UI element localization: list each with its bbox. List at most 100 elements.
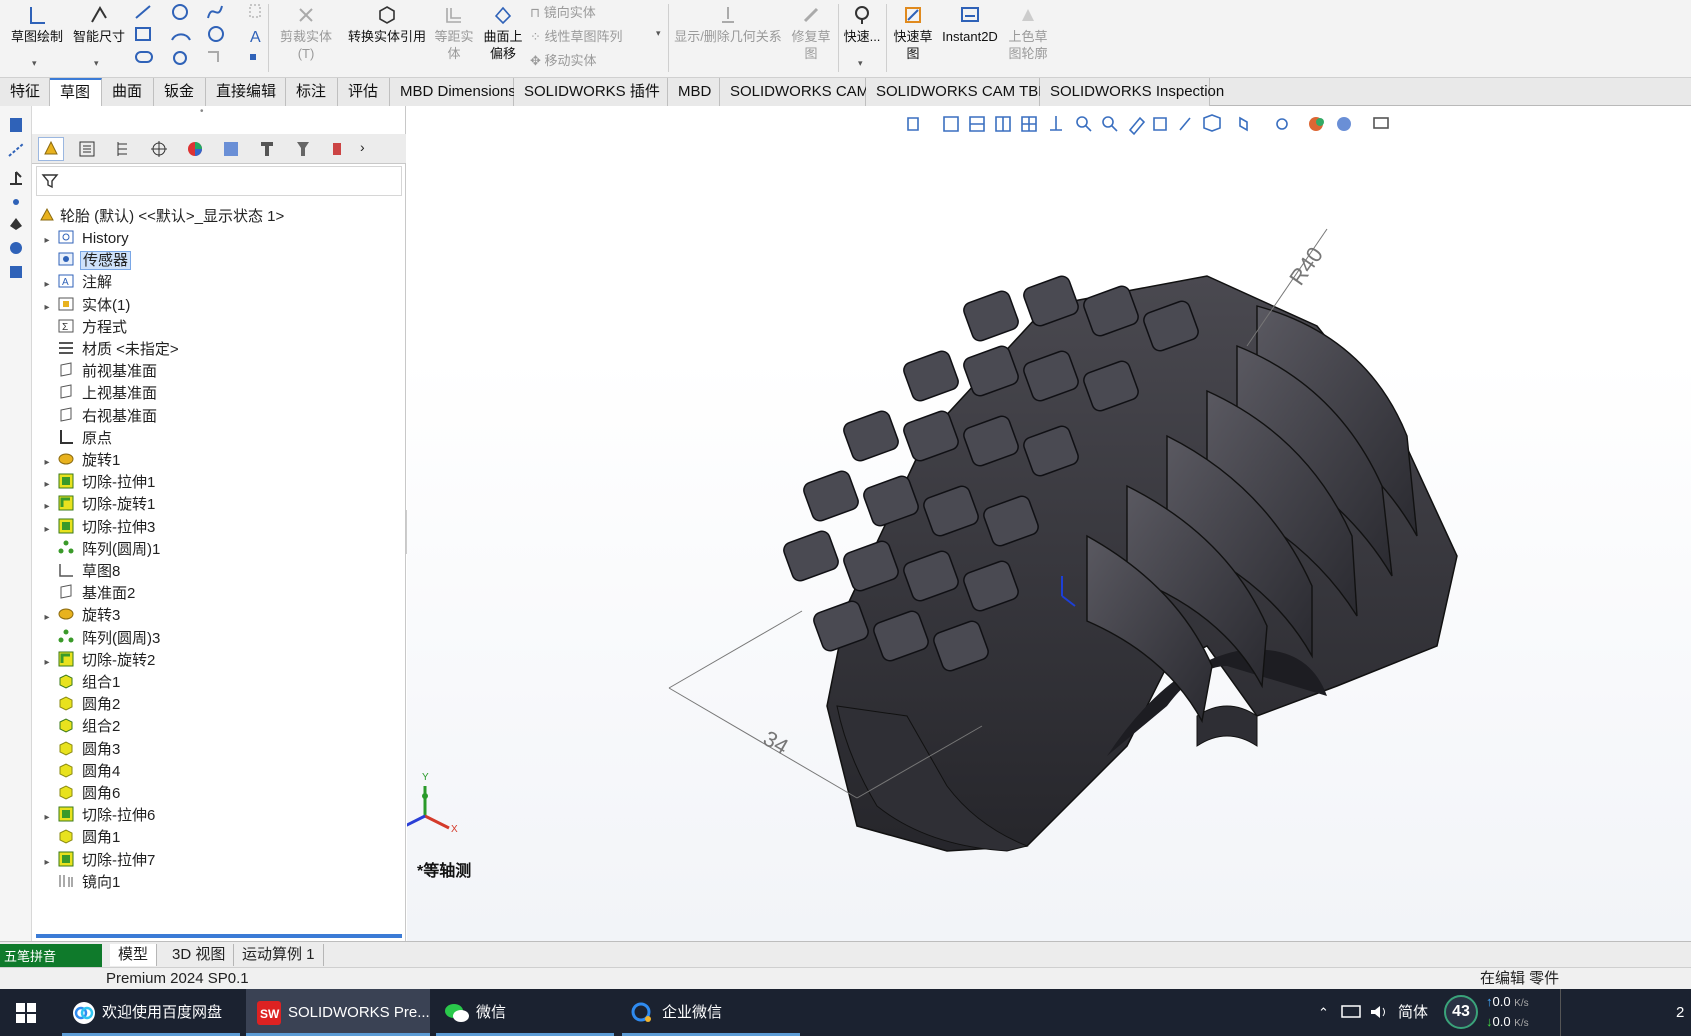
mirror-entities-button[interactable]: ⊓ 镜向实体 [530, 2, 596, 21]
tree-item[interactable]: 阵列(圆周)1 [38, 538, 162, 562]
tree-item[interactable]: 基准面2 [38, 582, 137, 606]
tab-3[interactable]: 钣金 [154, 78, 206, 106]
convert-entities-button[interactable]: 转换实体引用 [344, 4, 430, 45]
trim-entities-button[interactable]: 剪裁实体(T) [272, 4, 340, 62]
tab-5[interactable]: 标注 [286, 78, 338, 106]
tab-4[interactable]: 直接编辑 [206, 78, 286, 106]
volume-icon[interactable] [1368, 1003, 1390, 1021]
tree-scroll-indicator[interactable] [36, 934, 402, 938]
tree-item[interactable]: ▸ 切除-拉伸3 [38, 516, 157, 540]
tree-item[interactable]: 前视基准面 [38, 360, 159, 384]
more-tab[interactable] [326, 137, 352, 161]
chevron-up-icon[interactable]: ⌃ [1318, 989, 1329, 1036]
tab-9[interactable]: MBD [668, 78, 720, 106]
tree-item[interactable]: 传感器 [38, 249, 132, 273]
tab-12[interactable]: SOLIDWORKS Inspection [1040, 78, 1224, 106]
tree-item[interactable]: 阵列(圆周)3 [38, 627, 162, 651]
taskbar-item-solidworks[interactable]: SW SOLIDWORKS Pre... [246, 989, 430, 1036]
linear-pattern-button[interactable]: ⁘ 线性草图阵列 [530, 26, 623, 45]
tab-2[interactable]: 曲面 [102, 78, 154, 106]
panel-grip-icon[interactable]: • [200, 106, 204, 117]
tab-11[interactable]: SOLIDWORKS CAM TBM [866, 78, 1051, 106]
tree-item[interactable]: 镜向1 [38, 871, 122, 895]
sketch-tools-group[interactable]: A [132, 2, 264, 70]
feature-manager-tab[interactable] [38, 137, 64, 161]
document-tab-1[interactable]: 3D 视图 [164, 944, 235, 966]
smart-dimension-button[interactable]: 智能尺寸 [70, 4, 128, 45]
sketch-side-tools[interactable] [6, 114, 26, 294]
tree-item[interactable]: 原点 [38, 427, 114, 451]
tree-item[interactable]: 圆角2 [38, 693, 122, 717]
quick-snaps-button[interactable]: 快速... [842, 4, 882, 45]
tree-root-part[interactable]: 轮胎 (默认) <<默认>_显示状态 1> [38, 205, 284, 229]
tree-item[interactable]: 圆角3 [38, 738, 122, 762]
display-manager-tab[interactable] [182, 137, 208, 161]
tree-item[interactable]: ▸ 切除-旋转1 [38, 493, 157, 517]
tab-8[interactable]: SOLIDWORKS 插件 [514, 78, 668, 106]
tree-item[interactable]: ▸ A 注解 [38, 271, 114, 295]
tree-item[interactable]: 草图8 [38, 560, 122, 584]
taskbar-item-wecom[interactable]: 企业微信 [622, 989, 800, 1036]
instant2d-button[interactable]: Instant2D [938, 4, 1002, 45]
cam-operation-tab[interactable] [254, 137, 280, 161]
clock[interactable]: 2 [1676, 989, 1684, 1036]
windows-taskbar: 欢迎使用百度网盘 SW SOLIDWORKS Pre... 微信 企业微信 ⌃ … [0, 989, 1691, 1036]
tree-item[interactable]: 圆角6 [38, 782, 122, 806]
graphics-area[interactable]: 34 R40 Y X Z *等轴测 [407, 106, 1691, 941]
document-tab-0[interactable]: 模型 [110, 944, 158, 966]
tree-item[interactable]: ▸ 切除-旋转2 [38, 649, 157, 673]
language-indicator[interactable]: 简体 [1398, 989, 1428, 1036]
shaded-sketch-contours-button[interactable]: 上色草 图轮廓 [1004, 4, 1052, 62]
tree-item[interactable]: ▸ 切除-拉伸7 [38, 849, 157, 873]
tree-item[interactable]: ▸ History [38, 227, 131, 251]
property-manager-tab[interactable] [74, 137, 100, 161]
tree-item[interactable]: 组合1 [38, 671, 122, 695]
tab-7[interactable]: MBD Dimensions [390, 78, 516, 106]
tree-item[interactable]: 圆角4 [38, 760, 122, 784]
tab-6[interactable]: 评估 [338, 78, 390, 106]
cam-tools-tab[interactable] [290, 137, 316, 161]
tree-item[interactable]: ▸ 旋转3 [38, 604, 122, 628]
tree-item[interactable]: 组合2 [38, 715, 122, 739]
tree-item[interactable]: ▸ 切除-拉伸6 [38, 804, 157, 828]
chevron-down-icon[interactable]: ▾ [858, 58, 863, 69]
tab-10[interactable]: SOLIDWORKS CAM [720, 78, 869, 106]
chevron-down-icon[interactable]: ▾ [94, 58, 99, 69]
tree-item[interactable]: 材质 <未指定> [38, 338, 181, 362]
dimension-label-34[interactable]: 34 [759, 726, 793, 760]
tab-0[interactable]: 特征 [0, 78, 50, 106]
offset-entities-button[interactable]: 等距实 体 [432, 4, 476, 62]
dimxpert-tab[interactable] [146, 137, 172, 161]
cam-feature-tab[interactable] [218, 137, 244, 161]
fillet-icon [59, 741, 73, 756]
network-icon[interactable] [1340, 1003, 1362, 1021]
chevron-down-icon[interactable]: ▾ [656, 28, 661, 39]
rapid-sketch-button[interactable]: 快速草 图 [890, 4, 936, 62]
windows-start-icon[interactable] [16, 1003, 36, 1023]
offset-on-surface-button[interactable]: 曲面上 偏移 [480, 4, 526, 62]
tree-item[interactable]: ▸ 实体(1) [38, 294, 132, 318]
repair-sketch-button[interactable]: 修复草 图 [788, 4, 834, 62]
tree-item[interactable]: 上视基准面 [38, 382, 159, 406]
chevron-down-icon[interactable]: ▾ [32, 58, 37, 69]
tab-1[interactable]: 草图 [50, 78, 102, 106]
tree-item[interactable]: ▸ 旋转1 [38, 449, 122, 473]
tree-item-label: 旋转3 [82, 607, 121, 625]
heads-up-view-toolbar[interactable] [904, 112, 1444, 136]
sketch-button[interactable]: 草图绘制 [6, 4, 68, 45]
notification-badge[interactable]: 43 [1444, 995, 1478, 1029]
tree-item[interactable]: Σ 方程式 [38, 316, 129, 340]
taskbar-item-wechat[interactable]: 微信 [436, 989, 614, 1036]
document-tab-2[interactable]: 运动算例 1 [234, 944, 324, 966]
tree-filter[interactable] [36, 166, 402, 196]
tree-item[interactable]: 圆角1 [38, 826, 122, 850]
circular-pattern-icon [58, 540, 74, 554]
move-entities-button[interactable]: ✥ 移动实体 [530, 50, 597, 69]
display-delete-relations-button[interactable]: 显示/删除几何关系 [672, 4, 784, 45]
taskbar-item-baidu[interactable]: 欢迎使用百度网盘 [62, 989, 240, 1036]
configuration-manager-tab[interactable] [110, 137, 136, 161]
tree-item[interactable]: ▸ 切除-拉伸1 [38, 471, 157, 495]
chevron-right-icon[interactable]: › [360, 139, 365, 155]
tire-model[interactable]: 34 R40 Y X Z *等轴测 [407, 106, 1691, 941]
tree-item[interactable]: 右视基准面 [38, 405, 159, 429]
